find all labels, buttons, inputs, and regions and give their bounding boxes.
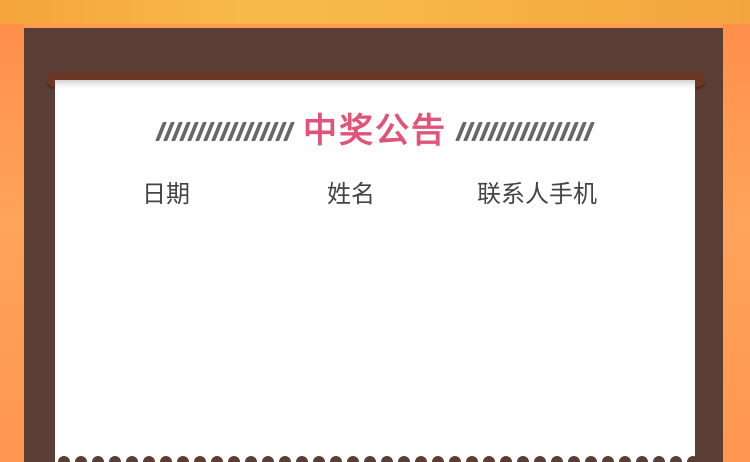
background-left-edge — [0, 24, 24, 462]
scallop-dot — [245, 456, 257, 462]
notice-title: 中奖公告 — [303, 111, 447, 151]
scallop-dot — [687, 456, 699, 462]
scallop-dot — [296, 456, 308, 462]
scallop-dot — [432, 456, 444, 462]
scallop-dot — [602, 456, 614, 462]
scallop-dot — [500, 456, 512, 462]
scallop-dot — [534, 456, 546, 462]
scallop-dot — [194, 456, 206, 462]
scallop-dot — [177, 456, 189, 462]
scallop-dot — [449, 456, 461, 462]
scallop-dot — [398, 456, 410, 462]
scallop-dot — [58, 456, 70, 462]
scallop-dot — [653, 456, 665, 462]
scallop-dot — [126, 456, 138, 462]
scallop-dot — [517, 456, 529, 462]
column-header-date: 日期 — [142, 180, 190, 208]
scallop-dot — [670, 456, 682, 462]
column-header-name: 姓名 — [327, 180, 375, 208]
scallop-dot — [160, 456, 172, 462]
scallop-dot — [551, 456, 563, 462]
scallop-dot — [347, 456, 359, 462]
scallop-dot — [466, 456, 478, 462]
notice-title-row: 中奖公告 — [0, 108, 750, 154]
decorative-hatch-right — [455, 121, 595, 141]
scallop-dot — [109, 456, 121, 462]
scallop-dot — [381, 456, 393, 462]
winner-announcement-page: 中奖公告 日期 姓名 联系人手机 — [0, 0, 750, 462]
column-header-phone: 联系人手机 — [477, 180, 597, 208]
scallop-dot — [279, 456, 291, 462]
scallop-dot — [330, 456, 342, 462]
winner-table-header: 日期 姓名 联系人手机 — [55, 172, 695, 216]
scallop-dot — [313, 456, 325, 462]
scallop-dot — [585, 456, 597, 462]
decorative-hatch-left — [155, 121, 295, 141]
scallop-dot — [92, 456, 104, 462]
scallop-dot — [415, 456, 427, 462]
scallop-dot — [568, 456, 580, 462]
scallop-dot — [483, 456, 495, 462]
background-right-edge — [723, 24, 750, 462]
paper-scalloped-edge — [58, 456, 699, 462]
scallop-dot — [75, 456, 87, 462]
scallop-dot — [228, 456, 240, 462]
scallop-dot — [211, 456, 223, 462]
scallop-dot — [364, 456, 376, 462]
scallop-dot — [262, 456, 274, 462]
scallop-dot — [636, 456, 648, 462]
background-top-band — [0, 0, 750, 24]
scallop-dot — [619, 456, 631, 462]
scallop-dot — [143, 456, 155, 462]
